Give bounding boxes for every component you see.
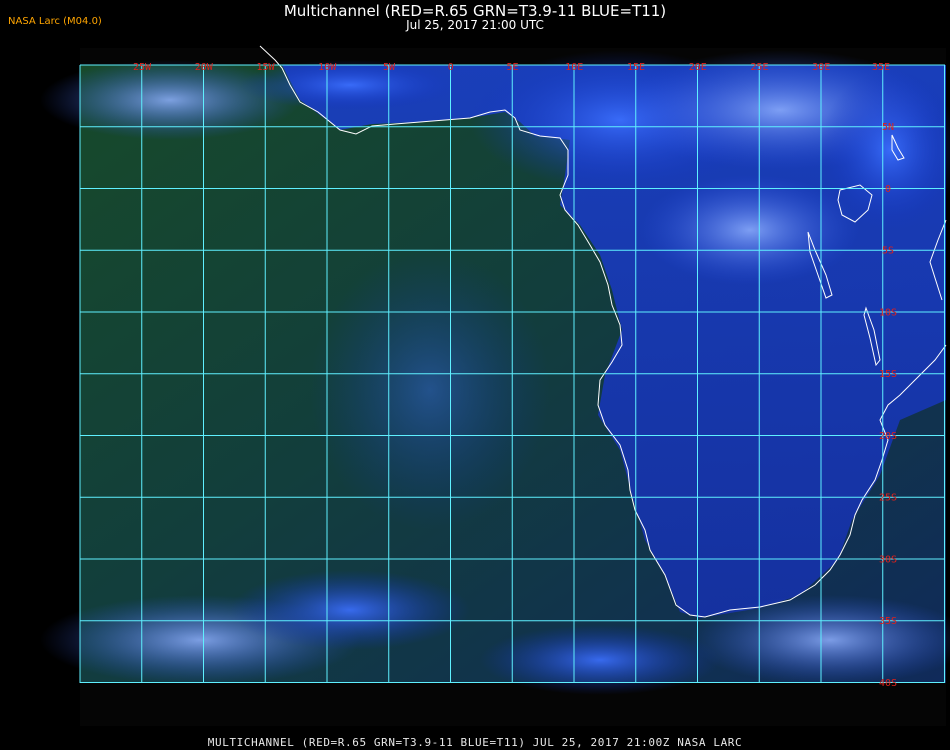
longitude-label: 15W (256, 62, 275, 73)
latitude-label: 30S (879, 554, 897, 565)
longitude-label: 20W (195, 62, 214, 73)
latitude-label: 20S (879, 431, 897, 442)
longitude-label: 15E (627, 62, 645, 73)
longitude-label: 20E (689, 62, 707, 73)
satellite-map: 25W 20W 15W 10W 5W 0 5E 10E 15E 20E 25E 30E 35E 5N 0 5S… (40, 45, 950, 726)
latitude-label: 10S (879, 307, 897, 318)
longitude-label: 25E (750, 62, 768, 73)
longitude-label: 5E (506, 62, 518, 73)
longitude-label: 5W (383, 62, 396, 73)
longitude-label: 10E (565, 62, 583, 73)
latitude-label: 5S (882, 246, 894, 257)
longitude-label: 30E (812, 62, 830, 73)
latitude-label: 40S (879, 678, 897, 689)
latitude-label: 25S (879, 493, 897, 504)
longitude-label: 25W (133, 62, 152, 73)
longitude-label: 35E (872, 62, 890, 73)
latitude-label: 5N (882, 122, 894, 133)
latitude-label: 0 (885, 184, 891, 195)
longitude-label: 0 (448, 62, 454, 73)
latitude-label: 35S (879, 616, 897, 627)
footer-caption: MULTICHANNEL (RED=R.65 GRN=T3.9-11 BLUE=… (207, 736, 743, 749)
longitude-label: 10W (318, 62, 337, 73)
latitude-label: 15S (879, 369, 897, 380)
